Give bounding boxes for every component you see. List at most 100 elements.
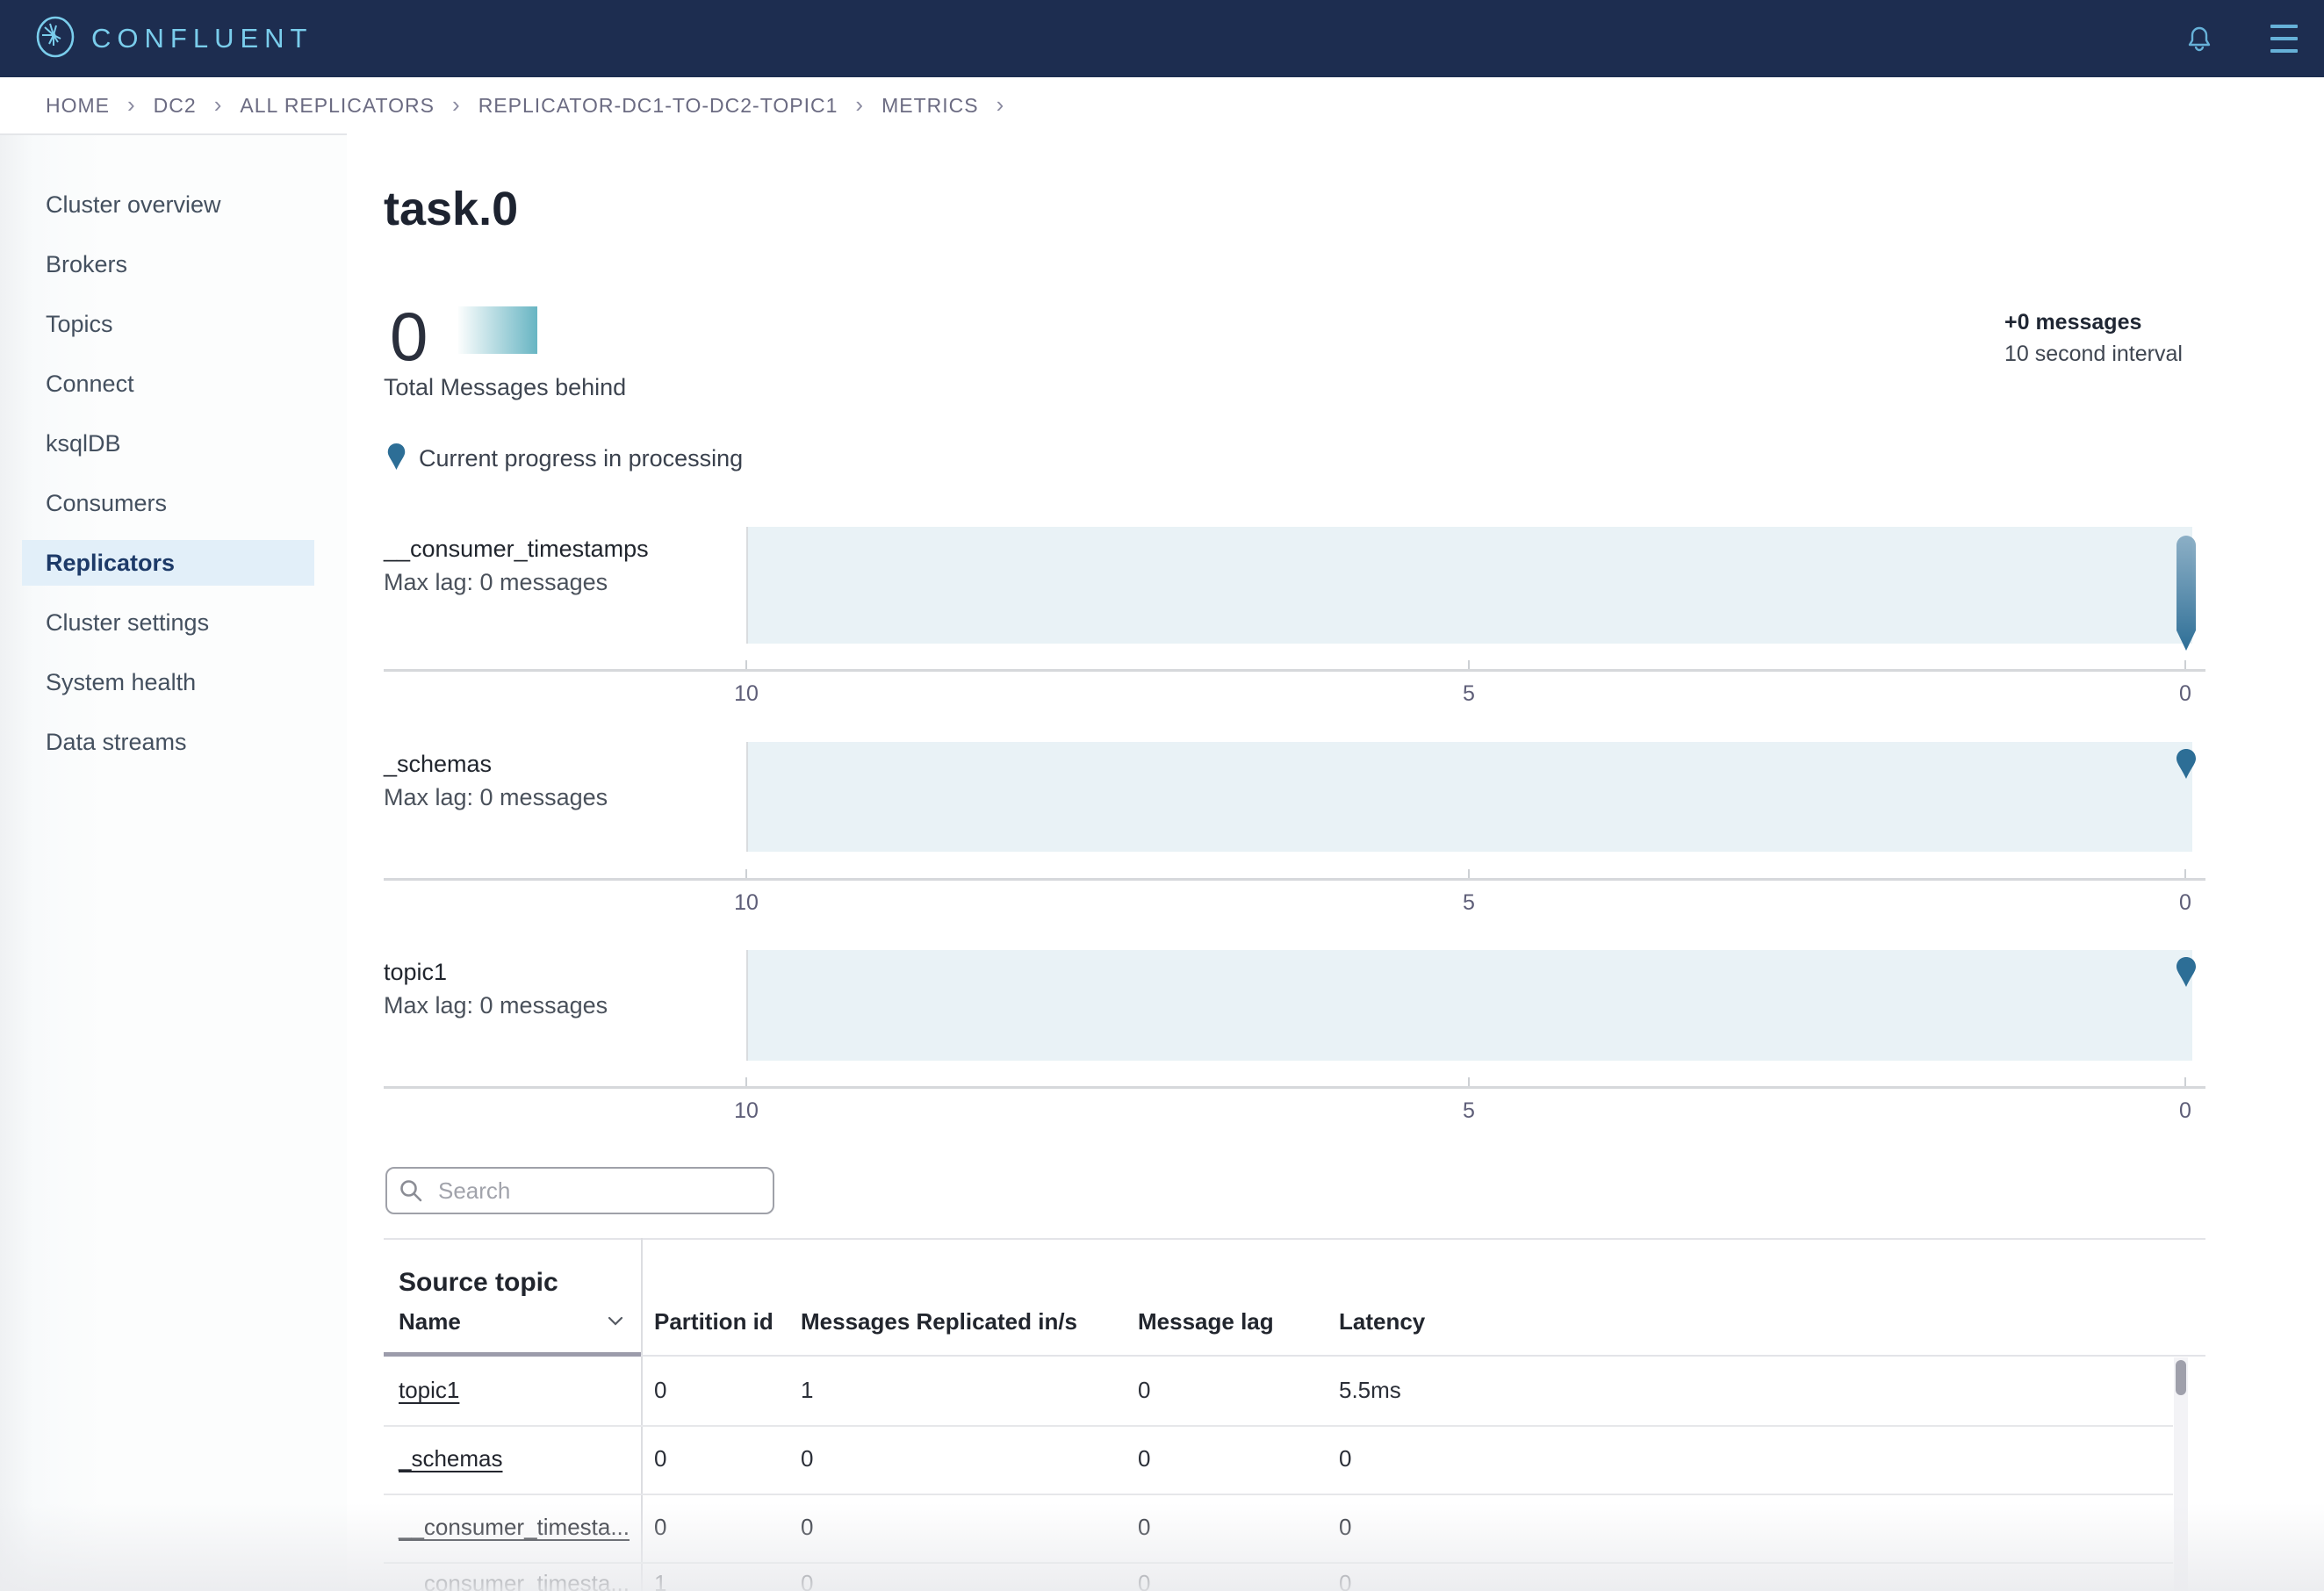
progress-marker-pin-icon bbox=[2175, 747, 2198, 781]
cell-messages-replicated: 1 bbox=[801, 1377, 813, 1404]
axis-tick bbox=[745, 660, 747, 669]
notifications-bell-icon[interactable] bbox=[2184, 23, 2214, 56]
axis-tick-label: 0 bbox=[2133, 1098, 2238, 1124]
sidebar-item-connect[interactable]: Connect bbox=[0, 354, 347, 414]
breadcrumb-separator-icon: › bbox=[452, 93, 461, 116]
sort-chevron-down-icon[interactable] bbox=[606, 1315, 625, 1332]
axis-tick-label: 10 bbox=[694, 681, 799, 707]
progress-marker-pin-icon bbox=[2175, 955, 2198, 989]
column-header-message-lag[interactable]: Message lag bbox=[1138, 1308, 1274, 1335]
sidebar-item-data-streams[interactable]: Data streams bbox=[0, 712, 347, 772]
axis-tick-label: 5 bbox=[1416, 681, 1522, 707]
cell-message-lag: 0 bbox=[1138, 1445, 1150, 1472]
cell-message-lag: 0 bbox=[1138, 1377, 1150, 1404]
table-row-topic-link[interactable]: __consumer_timesta... bbox=[399, 1514, 630, 1541]
sidebar-item-topics[interactable]: Topics bbox=[0, 294, 347, 354]
cell-message-lag: 0 bbox=[1138, 1514, 1150, 1541]
delta-messages: +0 messages bbox=[2004, 306, 2183, 338]
chart-plot-area bbox=[746, 950, 2192, 1061]
sidebar-item-ksqldb[interactable]: ksqlDB bbox=[0, 414, 347, 473]
table-top-border bbox=[384, 1238, 2205, 1240]
cell-latency: 5.5ms bbox=[1339, 1377, 1401, 1404]
column-header-name[interactable]: Name bbox=[399, 1308, 461, 1335]
chart-plot-area bbox=[746, 527, 2192, 644]
breadcrumb-home[interactable]: HOME bbox=[46, 94, 110, 118]
chart-topic-name: _schemas bbox=[384, 751, 492, 778]
sidebar-item-consumers[interactable]: Consumers bbox=[0, 473, 347, 533]
axis-tick bbox=[745, 1077, 747, 1086]
cell-partition-id: 0 bbox=[654, 1377, 666, 1404]
sorted-column-underline bbox=[384, 1352, 641, 1357]
cell-messages-replicated: 0 bbox=[801, 1570, 813, 1591]
lag-chart-schemas: _schemas Max lag: 0 messages 10 5 0 bbox=[384, 742, 2205, 946]
total-messages-behind-label: Total Messages behind bbox=[384, 374, 626, 401]
sidebar-item-replicators[interactable]: Replicators bbox=[0, 533, 347, 593]
sidebar-item-system-health[interactable]: System health bbox=[0, 652, 347, 712]
column-header-latency[interactable]: Latency bbox=[1339, 1308, 1425, 1335]
sidebar: Cluster overview Brokers Topics Connect … bbox=[0, 133, 347, 1591]
column-header-messages-replicated[interactable]: Messages Replicated in/s bbox=[801, 1308, 1077, 1335]
progress-legend-label: Current progress in processing bbox=[419, 445, 743, 472]
axis-tick bbox=[745, 869, 747, 878]
menu-hamburger-icon[interactable] bbox=[2270, 25, 2298, 53]
lag-chart-topic1: topic1 Max lag: 0 messages 10 5 0 bbox=[384, 950, 2205, 1154]
breadcrumb-separator-icon: › bbox=[127, 93, 136, 116]
cell-messages-replicated: 0 bbox=[801, 1514, 813, 1541]
cell-messages-replicated: 0 bbox=[801, 1445, 813, 1472]
table-column-divider bbox=[641, 1238, 643, 1591]
progress-marker-trail-icon bbox=[2175, 534, 2198, 652]
chart-topic-name: __consumer_timestamps bbox=[384, 536, 649, 563]
search-input[interactable] bbox=[385, 1167, 774, 1214]
search-icon bbox=[399, 1178, 423, 1207]
chart-x-axis bbox=[384, 1086, 2205, 1089]
total-messages-behind-value: 0 bbox=[390, 297, 428, 377]
breadcrumb-separator-icon: › bbox=[997, 93, 1005, 116]
axis-tick bbox=[2184, 869, 2186, 878]
row-divider bbox=[384, 1562, 2173, 1564]
breadcrumb-replicator-name[interactable]: REPLICATOR-DC1-TO-DC2-TOPIC1 bbox=[478, 94, 838, 118]
breadcrumb-all-replicators[interactable]: ALL REPLICATORS bbox=[240, 94, 435, 118]
table-row-topic-link[interactable]: topic1 bbox=[399, 1377, 459, 1404]
chart-x-axis bbox=[384, 878, 2205, 881]
sidebar-item-brokers[interactable]: Brokers bbox=[0, 234, 347, 294]
confluent-spark-icon bbox=[35, 15, 76, 63]
cell-partition-id: 0 bbox=[654, 1445, 666, 1472]
cell-latency: 0 bbox=[1339, 1514, 1351, 1541]
interval-summary: +0 messages 10 second interval bbox=[2004, 306, 2183, 370]
axis-tick bbox=[1468, 1077, 1470, 1086]
chart-max-lag: Max lag: 0 messages bbox=[384, 569, 608, 596]
cell-latency: 0 bbox=[1339, 1570, 1351, 1591]
app-window: CONFLUENT HOME › DC2 › ALL REPLICATORS ›… bbox=[0, 0, 2324, 1591]
interval-label: 10 second interval bbox=[2004, 338, 2183, 370]
sidebar-item-cluster-settings[interactable]: Cluster settings bbox=[0, 593, 347, 652]
header-bottom-border bbox=[641, 1355, 2205, 1357]
table-group-header: Source topic bbox=[399, 1268, 558, 1298]
chart-x-axis bbox=[384, 669, 2205, 672]
axis-tick bbox=[2184, 660, 2186, 669]
cell-partition-id: 0 bbox=[654, 1514, 666, 1541]
breadcrumb-dc2[interactable]: DC2 bbox=[154, 94, 197, 118]
sidebar-item-cluster-overview[interactable]: Cluster overview bbox=[0, 175, 347, 234]
lag-gradient-swatch bbox=[458, 306, 537, 354]
progress-pin-icon bbox=[386, 442, 407, 476]
table-scrollbar-thumb[interactable] bbox=[2176, 1360, 2186, 1395]
confluent-logo[interactable]: CONFLUENT bbox=[35, 0, 313, 77]
axis-tick-label: 5 bbox=[1416, 890, 1522, 916]
row-divider bbox=[384, 1425, 2173, 1427]
breadcrumb-metrics[interactable]: METRICS bbox=[881, 94, 979, 118]
breadcrumb: HOME › DC2 › ALL REPLICATORS › REPLICATO… bbox=[0, 77, 2324, 133]
axis-tick-label: 10 bbox=[694, 1098, 799, 1124]
progress-legend: Current progress in processing bbox=[386, 442, 743, 476]
page-title: task.0 bbox=[384, 182, 518, 236]
table-row-topic-link[interactable]: _schemas bbox=[399, 1445, 503, 1472]
chart-max-lag: Max lag: 0 messages bbox=[384, 784, 608, 811]
cell-latency: 0 bbox=[1339, 1445, 1351, 1472]
bottom-fade-overlay bbox=[0, 1503, 2324, 1591]
row-divider bbox=[384, 1494, 2173, 1495]
axis-tick bbox=[1468, 660, 1470, 669]
table-row-topic-link[interactable]: __consumer_timesta... bbox=[399, 1570, 630, 1591]
axis-tick-label: 10 bbox=[694, 890, 799, 916]
axis-tick-label: 0 bbox=[2133, 681, 2238, 707]
chart-topic-name: topic1 bbox=[384, 959, 447, 986]
column-header-partition-id[interactable]: Partition id bbox=[654, 1308, 773, 1335]
